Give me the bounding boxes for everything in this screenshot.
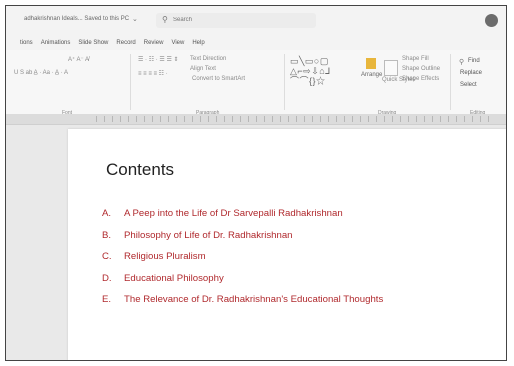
horizontal-ruler[interactable] — [6, 114, 506, 125]
page-title: Contents — [106, 160, 175, 179]
tab-record[interactable]: Record — [116, 36, 135, 50]
slide-page[interactable]: Contents A. A Peep into the Life of Dr S… — [68, 129, 506, 360]
convert-smartart-button[interactable]: Convert to SmartArt — [192, 76, 245, 82]
shapes-row: ▭╲▭○▢ — [290, 56, 329, 66]
ribbon: A⁺ A⁻ A̸ U S ab A̲ · Aa · A̲ · A Font ☰ … — [6, 50, 506, 116]
list-item-letter: E. — [102, 294, 112, 305]
select-button[interactable]: Select — [460, 82, 477, 88]
text-direction-button[interactable]: Text Direction — [190, 56, 226, 62]
arrange-button[interactable]: Arrange — [361, 72, 382, 78]
tab-view[interactable]: View — [171, 36, 184, 50]
list-item[interactable]: B. Philosophy of Life of Dr. Radhakrishn… — [102, 225, 383, 247]
shapes-row: △⌐⇨⇩⌂⅃ — [290, 66, 331, 76]
align-controls[interactable]: ≡ ≡ ≡ ≡ ☷ · — [138, 70, 168, 77]
list-item-letter: A. — [102, 208, 112, 219]
group-divider — [450, 54, 451, 110]
find-icon: ⚲ — [459, 59, 465, 66]
font-format-controls[interactable]: U S ab A̲ · Aa · A̲ · A — [14, 70, 68, 76]
search-box[interactable]: ⚲ — [156, 13, 316, 28]
shape-fill-button[interactable]: Shape Fill — [402, 56, 429, 62]
list-item[interactable]: C. Religious Pluralism — [102, 246, 383, 268]
group-divider — [130, 54, 131, 110]
shapes-row: ⌒⌒{}☆ — [290, 76, 326, 86]
search-input[interactable] — [173, 14, 303, 26]
list-item-text: Philosophy of Life of Dr. Radhakrishnan — [124, 229, 293, 241]
tab-transitions[interactable]: tions — [20, 36, 33, 50]
replace-button[interactable]: Replace — [460, 70, 482, 76]
font-size-controls[interactable]: A⁺ A⁻ A̸ — [68, 56, 89, 63]
shape-outline-button[interactable]: Shape Outline — [402, 66, 440, 72]
list-item-letter: D. — [102, 272, 112, 284]
list-controls[interactable]: ☰ · ☷ · ☰ ☰ ⇕ — [138, 56, 179, 63]
ruler-ticks — [96, 116, 496, 122]
list-item[interactable]: A. A Peep into the Life of Dr Sarvepalli… — [102, 203, 383, 225]
arrange-icon[interactable] — [366, 58, 376, 69]
document-title[interactable]: adhakrishnan Ideals... Saved to this PC — [24, 16, 129, 22]
list-item-letter: B. — [102, 229, 112, 241]
list-item[interactable]: D. Educational Philosophy — [102, 268, 383, 290]
app-window: adhakrishnan Ideals... Saved to this PC … — [5, 5, 507, 361]
align-text-button[interactable]: Align Text — [190, 66, 216, 72]
search-icon: ⚲ — [162, 15, 168, 24]
ribbon-tabs: tions Animations Slide Show Record Revie… — [6, 36, 506, 50]
tab-review[interactable]: Review — [144, 36, 164, 50]
list-item-text: A Peep into the Life of Dr Sarvepalli Ra… — [124, 208, 343, 219]
account-icon[interactable] — [485, 14, 498, 27]
tab-help[interactable]: Help — [192, 36, 204, 50]
title-bar: adhakrishnan Ideals... Saved to this PC … — [6, 6, 506, 36]
tab-slide-show[interactable]: Slide Show — [78, 36, 108, 50]
group-divider — [284, 54, 285, 110]
quick-styles-icon[interactable] — [384, 60, 398, 76]
tab-animations[interactable]: Animations — [41, 36, 71, 50]
shape-effects-button[interactable]: Shape Effects — [402, 76, 439, 82]
list-item-text: Religious Pluralism — [124, 251, 206, 262]
find-button[interactable]: Find — [468, 58, 480, 64]
list-item-text: The Relevance of Dr. Radhakrishnan's Edu… — [124, 294, 384, 305]
list-item-text: Educational Philosophy — [124, 272, 224, 284]
chevron-down-icon[interactable]: ⌄ — [132, 15, 138, 23]
list-item[interactable]: E. The Relevance of Dr. Radhakrishnan's … — [102, 289, 383, 311]
shapes-gallery[interactable]: ▭╲▭○▢ △⌐⇨⇩⌂⅃ ⌒⌒{}☆ — [290, 56, 331, 86]
list-item-letter: C. — [102, 251, 112, 262]
contents-list: A. A Peep into the Life of Dr Sarvepalli… — [102, 203, 383, 311]
